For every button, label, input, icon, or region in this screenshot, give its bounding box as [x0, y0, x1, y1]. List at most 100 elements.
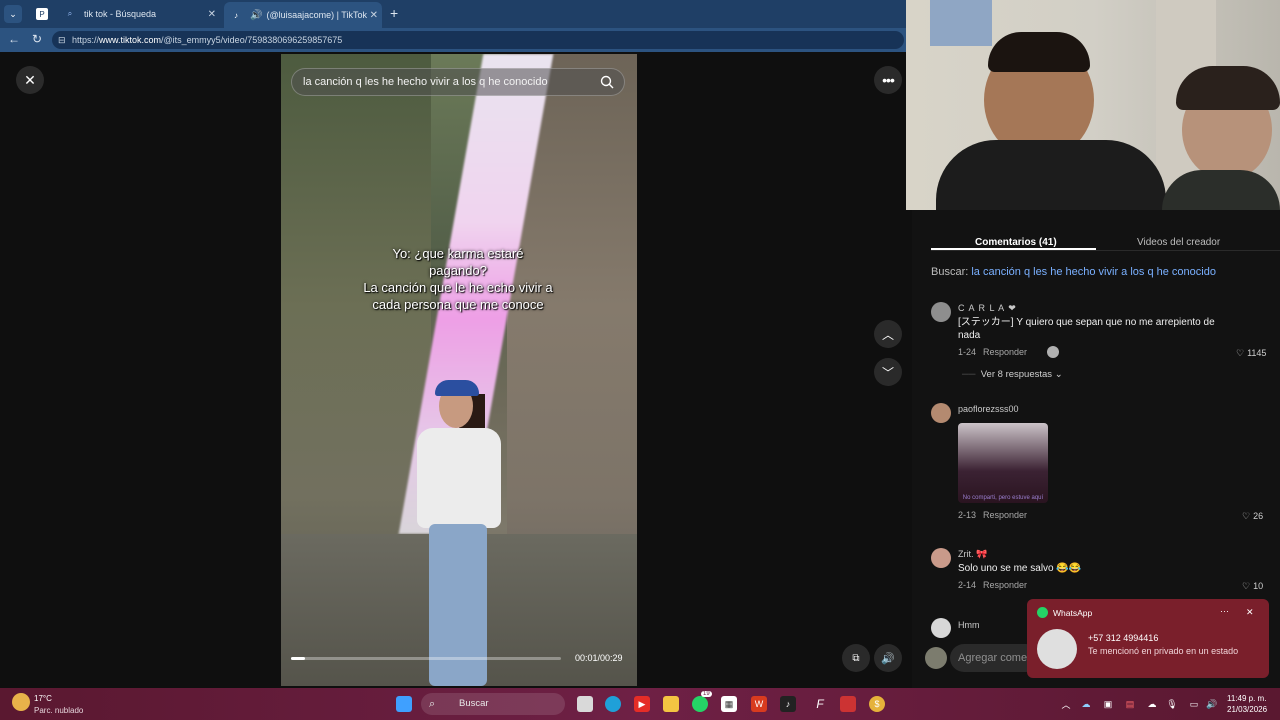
tab-label: tik tok - Búsqueda [84, 9, 157, 19]
sticker-caption: No comparti, pero estuve aquí [962, 495, 1044, 501]
video-search-text: la canción q les he hecho vivir a los q … [303, 76, 548, 88]
avatar[interactable] [931, 548, 951, 568]
close-button[interactable]: ✕ [16, 66, 44, 94]
volume-button[interactable]: 🔊 [874, 644, 902, 672]
chevron-up-icon: ︿ [881, 327, 894, 342]
notification-close-icon[interactable]: ✕ [1246, 607, 1254, 618]
volume-icon[interactable]: 🔊 [1204, 696, 1220, 712]
store-icon[interactable]: ▦ [721, 696, 737, 712]
comment-username[interactable]: Zrit. 🎀 [958, 549, 987, 560]
notification-body: Te mencionó en privado en un estado [1088, 646, 1239, 656]
avatar[interactable] [931, 618, 951, 638]
tray-red-icon[interactable]: ▤ [1122, 696, 1138, 712]
reply-button[interactable]: Responder [983, 347, 1027, 357]
site-info-icon[interactable]: ⊟ [58, 31, 66, 49]
search-icon[interactable] [600, 75, 614, 89]
tab-pocket[interactable]: P [36, 4, 58, 24]
clock-date[interactable]: 21/03/2026 [1227, 705, 1267, 714]
video-caption: Yo: ¿que karma estaré pagando? La canció… [362, 245, 554, 313]
reply-button[interactable]: Responder [983, 580, 1027, 590]
weather-temperature[interactable]: 17°C [34, 694, 52, 703]
heart-icon: ♡ [1236, 348, 1245, 358]
notification-app-name: WhatsApp [1053, 608, 1093, 618]
comment-username[interactable]: Hmm [958, 620, 980, 630]
refresh-icon[interactable]: ↻ [32, 32, 42, 46]
previous-video-button[interactable]: ︿ [874, 320, 902, 348]
microphone-icon[interactable]: 🎙 [1164, 696, 1180, 712]
notification-more-icon[interactable]: ··· [1220, 606, 1229, 616]
back-icon[interactable]: ← [8, 32, 20, 46]
network-icon[interactable]: ▭ [1186, 696, 1202, 712]
search-query-link[interactable]: la canción q les he hecho vivir a los q … [971, 266, 1216, 278]
url-scheme: https:// [72, 35, 100, 45]
tab-tiktok[interactable]: ♪ 🔊 (@luisaajacome) | TikTok ✕ [224, 2, 382, 28]
game-icon[interactable] [840, 696, 856, 712]
person-left-shirt [936, 140, 1166, 210]
more-options-button[interactable]: ••• [874, 66, 902, 94]
video-progress-fill [291, 657, 305, 660]
office-icon[interactable]: W [751, 696, 767, 712]
my-avatar [925, 647, 947, 669]
start-icon[interactable] [396, 696, 412, 712]
heart-icon: ♡ [1242, 511, 1251, 521]
close-icon[interactable]: ✕ [370, 10, 378, 21]
video-search-pill[interactable]: la canción q les he hecho vivir a los q … [291, 68, 625, 96]
pip-button[interactable]: ⧉ [842, 644, 870, 672]
whatsapp-notification[interactable]: WhatsApp ··· ✕ +57 312 4994416 Te mencio… [1027, 599, 1269, 678]
tab-search[interactable]: ⌕ tik tok - Búsqueda ✕ [64, 4, 220, 24]
comment-date: 2-14 [958, 580, 977, 590]
tab-creator-videos[interactable]: Videos del creador [1137, 237, 1220, 248]
tab-comments[interactable]: Comentarios (41) [975, 237, 1057, 248]
chevron-down-icon: ﹀ [881, 365, 894, 380]
notification-avatar [1037, 629, 1077, 669]
taskbar-search[interactable]: ⌕ Buscar [421, 693, 565, 715]
whatsapp-icon[interactable]: 19 [692, 691, 712, 712]
video-player[interactable] [281, 54, 637, 686]
like-count: 26 [1253, 511, 1264, 521]
edge-icon[interactable] [605, 696, 621, 712]
video-progress-bar[interactable] [291, 657, 561, 660]
cloud-icon[interactable]: ☁ [1144, 696, 1160, 712]
search-label: Buscar: [931, 266, 969, 278]
comment-username[interactable]: paoflorezsss00 [958, 404, 1019, 414]
avatar[interactable] [931, 302, 951, 322]
f-app-icon[interactable]: F [812, 696, 828, 712]
creator-liked-avatar [1047, 346, 1059, 358]
tray-app-icon[interactable]: ▣ [1100, 696, 1116, 712]
like-button[interactable]: ♡ 10 [1242, 581, 1263, 592]
clock-time[interactable]: 11:49 p. m. [1227, 694, 1266, 703]
avatar[interactable] [931, 403, 951, 423]
like-count: 10 [1253, 581, 1264, 591]
weather-description[interactable]: Parc. nublado [34, 706, 83, 715]
file-explorer-icon[interactable] [663, 696, 679, 712]
like-button[interactable]: ♡ 26 [1242, 511, 1263, 522]
onedrive-icon[interactable]: ☁ [1078, 696, 1094, 712]
person-right-shirt [1162, 170, 1280, 210]
notification-title: +57 312 4994416 [1088, 633, 1159, 643]
comment-search-suggestion[interactable]: Buscar: la canción q les he hecho vivir … [931, 266, 1216, 278]
reply-button[interactable]: Responder [983, 510, 1027, 520]
coin-icon[interactable]: $ [869, 696, 885, 712]
youtube-icon[interactable]: ▶ [634, 696, 650, 712]
task-view-icon[interactable] [577, 696, 593, 712]
new-tab-button[interactable]: + [390, 5, 398, 21]
like-button[interactable]: ♡ 1145 [1236, 348, 1266, 359]
close-icon: ✕ [24, 71, 36, 88]
picture-in-picture-icon: ⧉ [852, 652, 860, 664]
url-path: /@its_emmyy5/video/7598380696259857675 [161, 35, 343, 45]
view-replies-button[interactable]: ── Ver 8 respuestas ⌄ [962, 369, 1063, 380]
search-icon: ⌕ [67, 9, 73, 18]
next-video-button[interactable]: ﹀ [874, 358, 902, 386]
heart-icon: ♡ [1242, 581, 1251, 591]
speaker-icon[interactable]: 🔊 [250, 10, 262, 21]
tiktok-icon[interactable]: ♪ [780, 696, 796, 712]
tab-list-button[interactable]: ⌄ [4, 5, 22, 23]
address-bar-row: ← ↻ ⊟ https://www.tiktok.com/@its_emmyy5… [0, 28, 906, 52]
more-icon: ••• [882, 72, 895, 88]
weather-icon[interactable] [12, 693, 30, 711]
comment-sticker-image[interactable]: No comparti, pero estuve aquí [958, 423, 1048, 503]
chevron-up-icon[interactable]: ︿ [1058, 696, 1074, 712]
url-field[interactable]: ⊟ https://www.tiktok.com/@its_emmyy5/vid… [52, 31, 904, 49]
comment-username[interactable]: C A R L A ❤ [958, 303, 1017, 314]
close-icon[interactable]: ✕ [208, 9, 216, 20]
